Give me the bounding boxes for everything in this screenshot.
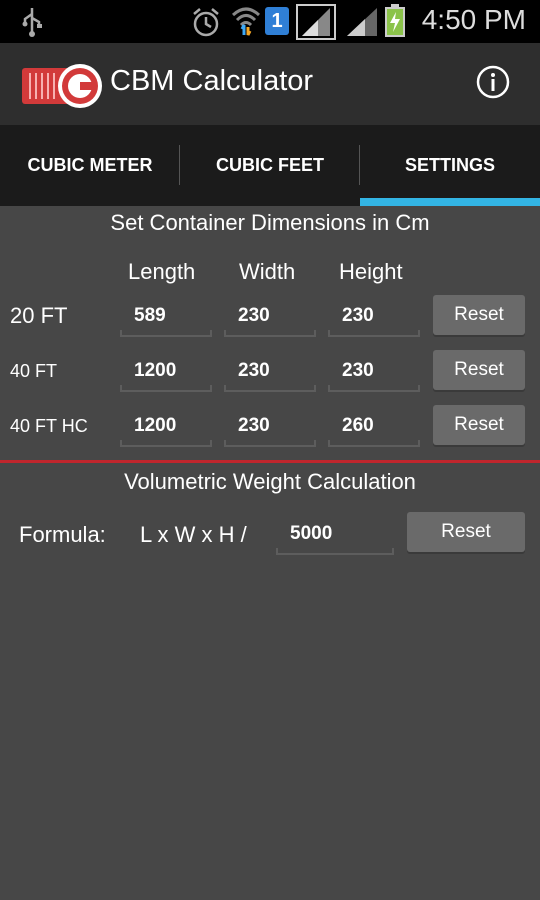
tab-cubic-feet[interactable]: CUBIC FEET [180, 125, 360, 206]
width-column-header: Width [239, 259, 296, 284]
section-divider [0, 460, 540, 463]
tab-settings[interactable]: SETTINGS [360, 125, 540, 206]
action-bar: CBM Calculator [0, 43, 540, 125]
tab-label: CUBIC FEET [216, 155, 324, 175]
alarm-icon [193, 8, 219, 37]
reset-button-40ft-hc[interactable]: Reset [433, 405, 525, 445]
reset-button-40ft[interactable]: Reset [433, 350, 525, 390]
battery-icon [385, 4, 405, 37]
tab-label: SETTINGS [404, 155, 495, 175]
height-column-header: Height [339, 259, 403, 284]
row-label-40ft: 40 FT [10, 361, 58, 381]
height-field-40ft-hc[interactable]: 260 [328, 407, 420, 447]
info-icon[interactable] [476, 65, 510, 99]
length-column-header: Length [128, 259, 196, 284]
formula-expression: L x W x H / [140, 522, 247, 547]
wifi-icon [231, 7, 261, 36]
app-logo-icon [22, 64, 102, 108]
usb-icon [22, 8, 42, 37]
signal-bars-icon [347, 8, 377, 36]
row-label-20ft: 20 FT [10, 303, 68, 328]
length-field-40ft-hc[interactable]: 1200 [120, 407, 212, 447]
sim-badge: 1 [265, 7, 289, 35]
container-section-title: Set Container Dimensions in Cm [110, 210, 430, 235]
volumetric-section-title: Volumetric Weight Calculation [124, 469, 416, 494]
reset-button-volumetric[interactable]: Reset [407, 512, 525, 552]
status-time: 4:50 PM [421, 4, 526, 35]
width-field-20ft[interactable]: 230 [224, 297, 316, 337]
width-field-40ft-hc[interactable]: 230 [224, 407, 316, 447]
row-label-40ft-hc: 40 FT HC [10, 416, 88, 436]
tab-bar: CUBIC METER CUBIC FEET SETTINGS [0, 125, 540, 206]
formula-label: Formula: [19, 522, 106, 547]
tab-cubic-meter[interactable]: CUBIC METER [0, 125, 180, 206]
divisor-field[interactable]: 5000 [276, 515, 394, 555]
height-field-40ft[interactable]: 230 [328, 352, 420, 392]
length-field-20ft[interactable]: 589 [120, 297, 212, 337]
app-title: CBM Calculator [110, 65, 314, 97]
tab-label: CUBIC METER [27, 155, 153, 175]
height-field-20ft[interactable]: 230 [328, 297, 420, 337]
length-field-40ft[interactable]: 1200 [120, 352, 212, 392]
reset-button-20ft[interactable]: Reset [433, 295, 525, 335]
status-bar: 1 4:50 PM [0, 0, 540, 43]
signal-icon [296, 4, 336, 40]
width-field-40ft[interactable]: 230 [224, 352, 316, 392]
